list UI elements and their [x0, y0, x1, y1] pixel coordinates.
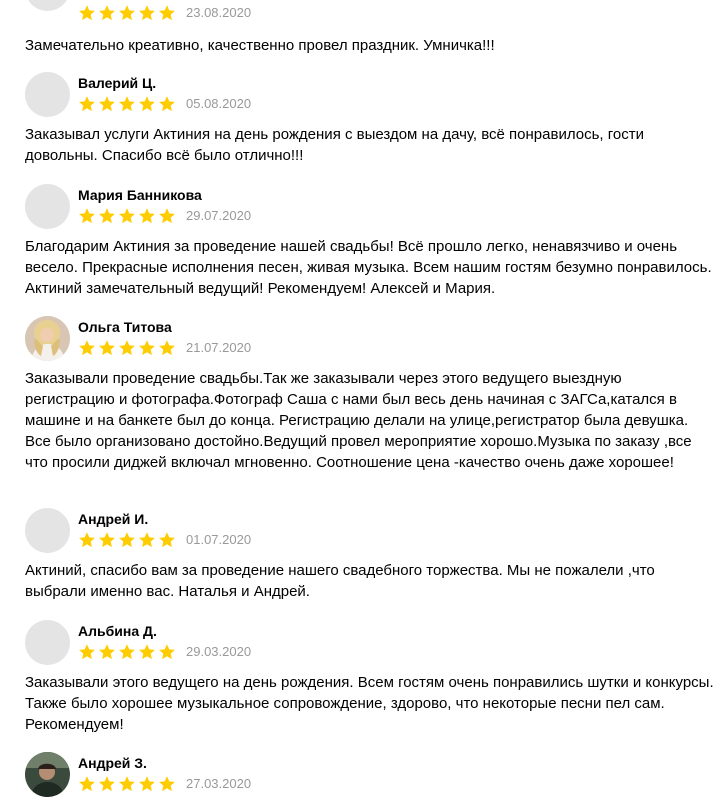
star-icon — [119, 644, 135, 660]
author-name[interactable]: Мария Банникова — [78, 186, 202, 204]
star-icon — [159, 208, 175, 224]
star-icon — [99, 208, 115, 224]
review-text: Замечательно креативно, качественно пров… — [25, 37, 495, 54]
star-icon — [139, 96, 155, 112]
star-rating — [78, 531, 176, 549]
avatar-photo — [25, 752, 70, 797]
author-name[interactable]: Андрей И. — [78, 510, 148, 528]
avatar-placeholder — [25, 0, 70, 11]
star-rating — [78, 775, 176, 793]
star-icon — [79, 532, 95, 548]
star-icon — [99, 96, 115, 112]
star-icon — [159, 532, 175, 548]
star-icon — [139, 208, 155, 224]
star-icon — [139, 644, 155, 660]
star-icon — [139, 776, 155, 792]
author-name[interactable]: Ольга Титова — [78, 318, 172, 336]
star-icon — [79, 340, 95, 356]
review-date: 01.07.2020 — [186, 532, 252, 547]
star-icon — [159, 776, 175, 792]
star-rating — [78, 95, 176, 113]
avatar-placeholder — [25, 184, 70, 229]
star-icon — [159, 340, 175, 356]
star-icon — [99, 5, 115, 21]
avatar-placeholder — [25, 72, 70, 117]
star-icon — [119, 776, 135, 792]
star-rating — [78, 4, 176, 22]
review-text: Благодарим Актиния за проведение нашей с… — [25, 238, 712, 297]
star-icon — [99, 340, 115, 356]
star-icon — [79, 208, 95, 224]
star-icon — [119, 5, 135, 21]
avatar-photo — [25, 316, 70, 361]
author-name[interactable]: Альбина Д. — [78, 622, 157, 640]
star-icon — [139, 532, 155, 548]
star-icon — [119, 96, 135, 112]
star-icon — [119, 208, 135, 224]
review-date: 05.08.2020 — [186, 96, 252, 111]
star-icon — [139, 340, 155, 356]
review-text: Заказывал услуги Актиния на день рождени… — [25, 126, 644, 164]
man-photo-icon — [25, 752, 70, 797]
star-icon — [79, 5, 95, 21]
star-icon — [99, 644, 115, 660]
author-name[interactable]: Андрей З. — [78, 754, 147, 772]
review-date: 23.08.2020 — [186, 5, 252, 20]
avatar-placeholder — [25, 620, 70, 665]
review-date: 21.07.2020 — [186, 340, 252, 355]
star-icon — [79, 776, 95, 792]
review-text: Актиний, спасибо вам за проведение нашег… — [25, 562, 655, 600]
star-icon — [159, 5, 175, 21]
star-icon — [79, 644, 95, 660]
star-icon — [99, 776, 115, 792]
woman-photo-icon — [25, 316, 70, 361]
star-rating — [78, 643, 176, 661]
review-text: Заказывали этого ведущего на день рожден… — [25, 674, 714, 733]
star-icon — [119, 532, 135, 548]
review-date: 29.07.2020 — [186, 208, 252, 223]
star-rating — [78, 339, 176, 357]
star-rating — [78, 207, 176, 225]
star-icon — [139, 5, 155, 21]
star-icon — [119, 340, 135, 356]
review-date: 27.03.2020 — [186, 776, 252, 791]
star-icon — [159, 644, 175, 660]
author-name[interactable]: Валерий Ц. — [78, 74, 156, 92]
star-icon — [99, 532, 115, 548]
star-icon — [159, 96, 175, 112]
review-date: 29.03.2020 — [186, 644, 252, 659]
star-icon — [79, 96, 95, 112]
avatar-placeholder — [25, 508, 70, 553]
review-text: Заказывали проведение свадьбы.Так же зак… — [25, 370, 692, 471]
